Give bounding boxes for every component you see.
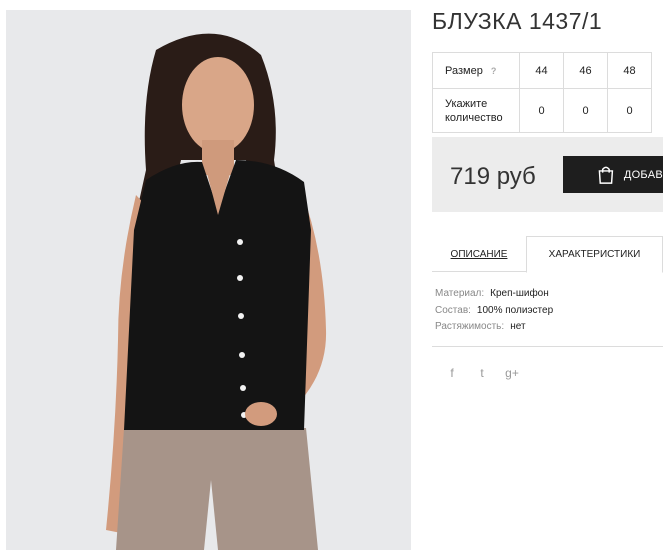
characteristic-value: 100% полиэстер	[476, 304, 554, 316]
size-row: Размер? 44 46 48	[432, 52, 652, 89]
tab-characteristics[interactable]: ХАРАКТЕРИСТИКИ	[526, 236, 663, 273]
size-label: Размер	[445, 64, 483, 77]
add-to-cart-label: ДОБАВ	[623, 168, 663, 181]
google-plus-icon[interactable]: g+	[505, 366, 519, 380]
size-table: Размер? 44 46 48 Укажите количество 0 0 0	[432, 52, 652, 133]
product-title: БЛУЗКА 1437/1	[432, 8, 603, 34]
tab-description[interactable]: ОПИСАНИЕ	[432, 236, 526, 272]
characteristic-value: нет	[510, 321, 526, 332]
size-option-44[interactable]: 44	[519, 52, 564, 89]
quantity-row: Укажите количество 0 0 0	[432, 88, 652, 133]
characteristic-row: Состав: 100% полиэстер	[435, 303, 553, 320]
model-illustration	[6, 10, 411, 550]
quantity-label-cell: Укажите количество	[432, 88, 520, 133]
product-tabs: ОПИСАНИЕ ХАРАКТЕРИСТИКИ	[432, 236, 663, 273]
quantity-input-44[interactable]: 0	[519, 88, 564, 133]
characteristic-value: Креп-шифон	[490, 288, 549, 299]
size-option-46[interactable]: 46	[563, 52, 608, 89]
twitter-icon[interactable]: t	[475, 366, 489, 380]
size-option-48[interactable]: 48	[607, 52, 652, 89]
characteristic-row: Материал: Креп-шифон	[435, 286, 553, 303]
quantity-label-line2: количество	[445, 111, 503, 124]
facebook-icon[interactable]: f	[445, 366, 459, 380]
social-share: f t g+	[445, 366, 519, 380]
help-icon[interactable]: ?	[491, 66, 497, 76]
price-box: 719 руб ДОБАВ	[432, 137, 663, 212]
characteristics-list: Материал: Креп-шифон Состав: 100% полиэсте…	[435, 286, 553, 336]
product-photo[interactable]	[6, 10, 411, 550]
quantity-label-line1: Укажите	[445, 97, 488, 110]
quantity-label: Укажите количество	[445, 97, 503, 125]
size-label-cell: Размер?	[432, 52, 520, 89]
quantity-input-48[interactable]: 0	[607, 88, 652, 133]
characteristic-row: Растяжимость: нет	[435, 319, 553, 336]
add-to-cart-button[interactable]: ДОБАВ	[563, 156, 663, 193]
characteristic-key: Растяжимость:	[435, 321, 505, 332]
characteristic-key: Состав:	[435, 304, 471, 316]
price: 719 руб	[450, 163, 536, 190]
characteristic-key: Материал:	[435, 288, 485, 299]
shopping-bag-icon	[598, 166, 614, 184]
divider	[432, 346, 663, 347]
quantity-input-46[interactable]: 0	[563, 88, 608, 133]
